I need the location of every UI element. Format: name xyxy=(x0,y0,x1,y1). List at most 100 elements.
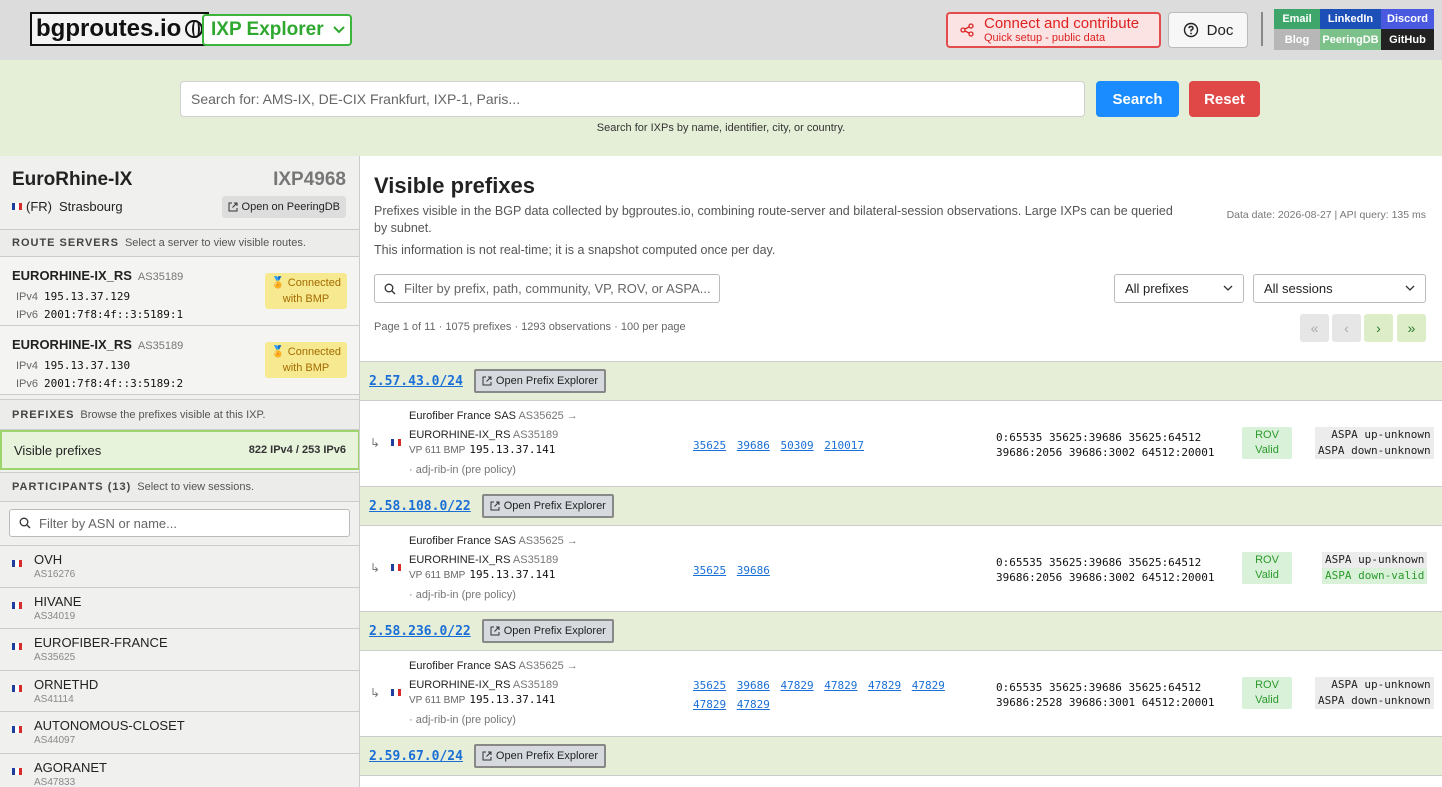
as-path-hop-link[interactable]: 35625 xyxy=(693,564,726,577)
external-link-icon xyxy=(490,501,500,511)
communities-line: 0:65535 35625:39686 35625:64512 xyxy=(996,556,1202,569)
vp-label: VP 611 BMP xyxy=(409,695,466,706)
prefix-type-select[interactable]: All prefixes xyxy=(1114,274,1244,303)
participant-filter-input[interactable]: Filter by ASN or name... xyxy=(9,509,350,537)
participant-item[interactable]: AGORANET AS47833 xyxy=(0,752,359,787)
prefix-block: 2.59.67.0/24 Open Prefix Explorer xyxy=(360,736,1442,776)
communities: 0:65535 35625:39686 35625:64512 39686:205… xyxy=(996,430,1215,460)
globe-icon xyxy=(185,20,204,38)
email-link[interactable]: Email xyxy=(1274,9,1320,29)
origin-asn: AS35625 → xyxy=(518,410,578,422)
open-prefix-explorer-button[interactable]: Open Prefix Explorer xyxy=(473,744,607,768)
route-server-item[interactable]: EURORHINE-IX_RS AS35189 IPv4 195.13.37.129… xyxy=(0,257,359,326)
aspa-up-badge: ASPA up-unknown xyxy=(1315,427,1434,443)
blog-link[interactable]: Blog xyxy=(1274,29,1320,50)
discord-link[interactable]: Discord xyxy=(1381,9,1434,29)
france-flag-icon xyxy=(391,439,401,446)
ipv6-label: IPv6 xyxy=(16,378,39,390)
medal-icon: 🏅 xyxy=(271,346,285,358)
rs-ipv6: 2001:7f8:4f::3:5189:1 xyxy=(44,308,184,321)
prefix-link[interactable]: 2.58.236.0/22 xyxy=(369,624,471,639)
search-button[interactable]: Search xyxy=(1096,81,1179,117)
session-select[interactable]: All sessions xyxy=(1253,274,1426,303)
aspa-up-badge: ASPA up-unknown xyxy=(1322,552,1428,568)
as-path-hop-link[interactable]: 35625 xyxy=(693,679,726,692)
observation-row: Eurofiber France SAS AS35625 → ↳ EURORHI… xyxy=(360,526,1442,611)
prefix-filter-input[interactable]: Filter by prefix, path, community, VP, R… xyxy=(374,274,720,303)
last-page-button[interactable]: » xyxy=(1397,314,1426,342)
prefix-link[interactable]: 2.58.108.0/22 xyxy=(369,499,471,514)
prefix-header: 2.58.108.0/22 Open Prefix Explorer xyxy=(360,486,1442,526)
as-path-hop-link[interactable]: 39686 xyxy=(737,439,770,452)
aspa-down-badge: ASPA down-unknown xyxy=(1315,693,1434,709)
as-path-hop-link[interactable]: 39686 xyxy=(737,564,770,577)
participant-item[interactable]: HIVANE AS34019 xyxy=(0,586,359,629)
participant-name: AGORANET xyxy=(34,759,107,775)
visible-prefixes-item[interactable]: Visible prefixes 822 IPv4 / 253 IPv6 xyxy=(0,430,359,470)
open-prefix-explorer-button[interactable]: Open Prefix Explorer xyxy=(481,619,614,643)
ixp-search-input[interactable]: Search for: AMS-IX, DE-CIX Frankfurt, IX… xyxy=(180,81,1085,117)
prefix-block: 2.58.108.0/22 Open Prefix Explorer Eurof… xyxy=(360,486,1442,611)
as-path-hop-link[interactable]: 39686 xyxy=(737,679,770,692)
as-path-hop-link[interactable]: 47829 xyxy=(781,679,814,692)
participant-item[interactable]: ORNETHD AS41114 xyxy=(0,669,359,712)
connect-contribute-button[interactable]: Connect and contribute Quick setup - pub… xyxy=(946,12,1161,48)
as-path-hop-link[interactable]: 210017 xyxy=(824,439,864,452)
route-servers-title: ROUTE SERVERS xyxy=(12,237,119,249)
communities-line: 0:65535 35625:39686 35625:64512 xyxy=(996,431,1202,444)
next-page-button[interactable]: › xyxy=(1364,314,1393,342)
aspa-down-badge: ASPA down-valid xyxy=(1322,568,1428,584)
peeringdb-label: Open on PeeringDB xyxy=(241,201,340,213)
session-value: All sessions xyxy=(1264,281,1333,296)
participant-name: OVH xyxy=(34,552,63,567)
participant-item[interactable]: OVH AS16276 xyxy=(0,545,359,587)
open-peeringdb-button[interactable]: Open on PeeringDB xyxy=(221,196,346,218)
participant-item[interactable]: EUROFIBER-FRANCE AS35625 xyxy=(0,628,359,670)
as-path-hop-link[interactable]: 47829 xyxy=(737,698,770,711)
as-path-hop-link[interactable]: 47829 xyxy=(824,679,857,692)
ixp-name: EuroRhine-IX xyxy=(12,169,133,190)
prev-page-button[interactable]: ‹ xyxy=(1332,314,1361,342)
route-server-item[interactable]: EURORHINE-IX_RS AS35189 IPv4 195.13.37.130… xyxy=(0,326,359,395)
bgproutes-logo[interactable]: bgproutes.io xyxy=(30,12,210,46)
origin-org[interactable]: Eurofiber France SAS AS35625 → xyxy=(409,535,578,547)
origin-org[interactable]: Eurofiber France SAS AS35625 → xyxy=(409,660,578,672)
rov-label: ROV xyxy=(1255,429,1279,441)
prefix-link[interactable]: 2.57.43.0/24 xyxy=(369,374,463,389)
as-path-hop-link[interactable]: 47829 xyxy=(912,679,945,692)
github-link[interactable]: GitHub xyxy=(1381,29,1434,50)
help-circle-icon xyxy=(1183,22,1198,38)
as-path-hop-link[interactable]: 35625 xyxy=(693,439,726,452)
participant-item[interactable]: AUTONOMOUS-CLOSET AS44097 xyxy=(0,711,359,753)
medal-icon: 🏅 xyxy=(271,277,285,289)
doc-button[interactable]: Doc xyxy=(1168,12,1248,48)
prefix-link[interactable]: 2.59.67.0/24 xyxy=(369,749,463,764)
linkedin-link[interactable]: LinkedIn xyxy=(1320,9,1381,29)
as-path-hop-link[interactable]: 50309 xyxy=(781,439,814,452)
visible-prefixes-label: Visible prefixes xyxy=(14,442,102,458)
origin-org[interactable]: Eurofiber France SAS AS35625 → xyxy=(409,410,578,422)
as-path-hop-link[interactable]: 47829 xyxy=(693,698,726,711)
participants-hint: Select to view sessions. xyxy=(137,481,255,493)
reset-button[interactable]: Reset xyxy=(1189,81,1260,117)
social-links: Email LinkedIn Discord Blog PeeringDB Gi… xyxy=(1274,9,1434,50)
france-flag-icon xyxy=(12,643,22,650)
as-path-hop-link[interactable]: 47829 xyxy=(868,679,901,692)
participant-asn: AS41114 xyxy=(34,693,74,705)
open-prefix-explorer-label: Open Prefix Explorer xyxy=(495,750,599,762)
open-prefix-explorer-button[interactable]: Open Prefix Explorer xyxy=(481,494,614,518)
rov-badge: ROV Valid xyxy=(1242,677,1292,709)
route-server-name: EURORHINE-IX_RS AS35189 xyxy=(409,554,558,566)
vp-ip: 195.13.37.141 xyxy=(469,443,556,456)
explorer-selector[interactable]: IXP Explorer xyxy=(202,14,352,46)
france-flag-icon xyxy=(12,684,22,692)
participant-name: ORNETHD xyxy=(34,676,99,692)
peeringdb-link[interactable]: PeeringDB xyxy=(1320,29,1381,50)
bmp-status-line1: Connected xyxy=(287,346,341,358)
ixp-country: (FR) xyxy=(26,199,52,214)
open-prefix-explorer-button[interactable]: Open Prefix Explorer xyxy=(473,369,607,393)
ipv4-label: IPv4 xyxy=(16,360,39,372)
first-page-button[interactable]: « xyxy=(1300,314,1329,342)
ipv6-label: IPv6 xyxy=(16,309,39,321)
ipv4-label: IPv4 xyxy=(16,291,39,303)
